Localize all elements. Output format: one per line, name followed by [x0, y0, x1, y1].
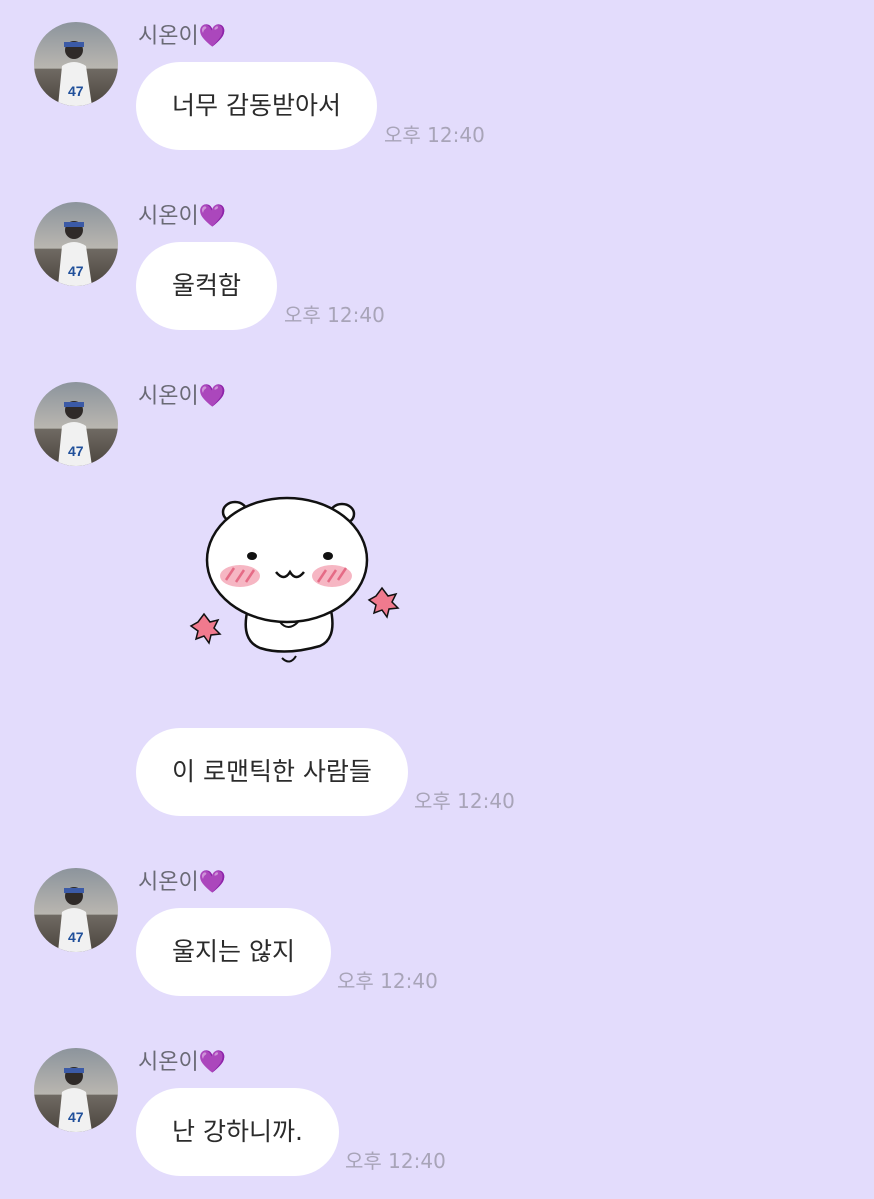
message-bubble[interactable]: 이 로맨틱한 사람들: [136, 728, 408, 816]
svg-text:47: 47: [68, 83, 84, 99]
message-time: 오후 12:40: [414, 789, 515, 813]
sender-name: 시온이💜: [138, 1050, 227, 1075]
message-bubble[interactable]: 울컥함: [136, 242, 278, 330]
purple-heart-icon: 💜: [198, 870, 227, 895]
message-time: 오후 12:40: [384, 123, 485, 147]
message-bubble[interactable]: 울지는 않지: [136, 908, 331, 996]
avatar[interactable]: 47: [34, 202, 118, 286]
blushing-white-bear-sticker[interactable]: [180, 490, 410, 680]
purple-heart-icon: 💜: [198, 384, 227, 409]
sender-name: 시온이💜: [138, 204, 227, 229]
purple-heart-icon: 💜: [198, 204, 227, 229]
message-bubble[interactable]: 난 강하니까.: [136, 1088, 339, 1176]
svg-text:47: 47: [68, 443, 84, 459]
avatar[interactable]: 47: [34, 22, 118, 106]
svg-text:47: 47: [68, 929, 84, 945]
svg-text:47: 47: [68, 263, 84, 279]
message-time: 오후 12:40: [345, 1149, 446, 1173]
message-time: 오후 12:40: [284, 303, 385, 327]
svg-text:47: 47: [68, 1109, 84, 1125]
message-time: 오후 12:40: [337, 969, 438, 993]
purple-heart-icon: 💜: [198, 1050, 227, 1075]
avatar[interactable]: 47: [34, 1048, 118, 1132]
message-bubble[interactable]: 너무 감동받아서: [136, 62, 377, 150]
purple-heart-icon: 💜: [198, 24, 227, 49]
sender-name: 시온이💜: [138, 384, 227, 409]
sender-name: 시온이💜: [138, 24, 227, 49]
sender-name: 시온이💜: [138, 870, 227, 895]
avatar[interactable]: 47: [34, 868, 118, 952]
avatar[interactable]: 47: [34, 382, 118, 466]
